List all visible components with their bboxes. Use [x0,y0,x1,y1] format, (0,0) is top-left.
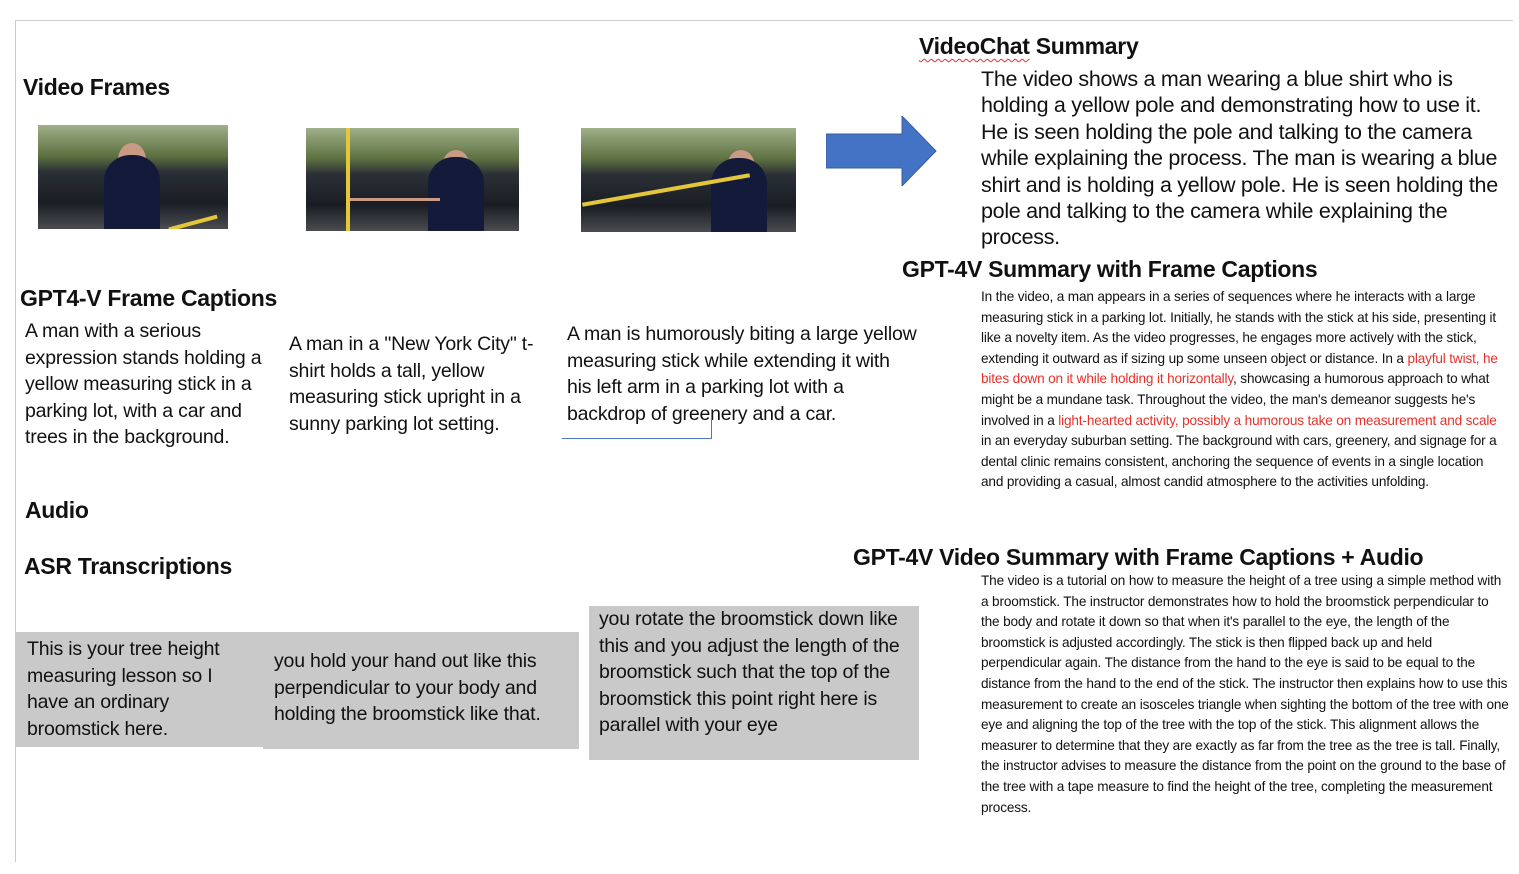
frame-caption-3: A man is humorously biting a large yello… [567,323,917,425]
asr-text-1: This is your tree height measuring lesso… [27,638,220,740]
summary-label: Summary [1029,33,1139,59]
arrow-right-icon [826,116,937,186]
comment-anchor-line [562,438,712,439]
asr-box-2: you hold your hand out like this perpend… [263,632,579,749]
audio-heading: Audio [25,497,89,523]
gpt4v-audio-summary-heading: GPT-4V Video Summary with Frame Captions… [853,544,1424,570]
comment-anchor-tick [711,420,712,438]
video-frame-2 [306,128,519,231]
highlighted-segment: light-hearted activity, possibly a humor… [1058,412,1497,428]
frame-captions-heading: GPT4-V Frame Captions [20,285,277,311]
videochat-label: VideoChat [919,33,1030,59]
frame-caption-1: A man with a serious expression stands h… [25,320,262,448]
top-border [15,20,1513,21]
frame-caption-2: A man in a "New York City" t-shirt holds… [289,333,534,435]
summary-segment: in an everyday suburban setting. The bac… [981,433,1497,490]
asr-text-2: you hold your hand out like this perpend… [274,650,541,725]
asr-box-1: This is your tree height measuring lesso… [16,632,263,747]
gpt4v-audio-summary-text: The video is a tutorial on how to measur… [981,573,1509,815]
videochat-summary-text: The video shows a man wearing a blue shi… [981,67,1498,250]
video-frame-1 [38,125,228,229]
videochat-summary-heading: VideoChat Summary [919,33,1139,60]
gpt4v-summary-heading: GPT-4V Summary with Frame Captions [902,256,1318,282]
gpt4v-summary-text: In the video, a man appears in a series … [981,287,1506,493]
video-frame-3 [581,128,796,232]
asr-heading: ASR Transcriptions [24,553,233,579]
asr-text-3: you rotate the broomstick down like this… [599,608,900,736]
asr-box-3: you rotate the broomstick down like this… [589,606,919,760]
video-frames-heading: Video Frames [23,74,170,100]
